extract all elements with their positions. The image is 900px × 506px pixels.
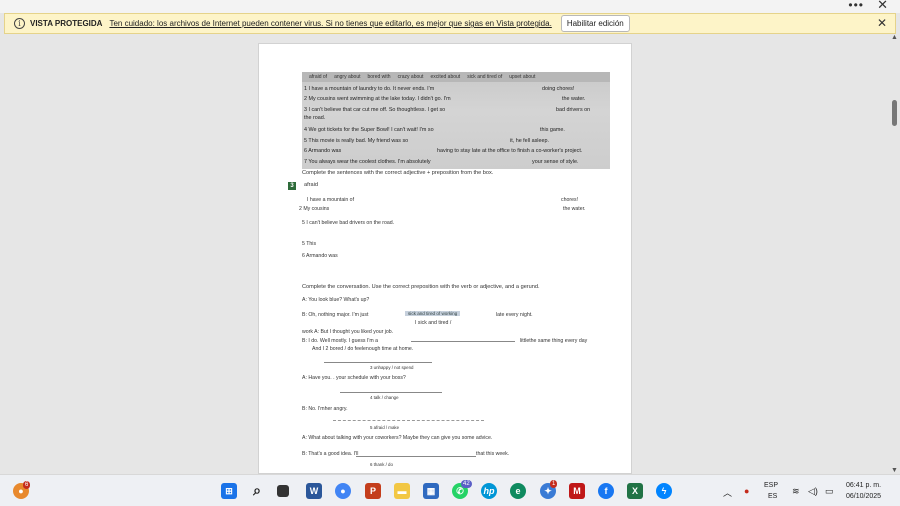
instruction-1: Complete the sentences with the correct … [302,170,494,176]
hint-5: 5 afraid / make [370,425,400,430]
answer-line [356,456,476,457]
photo-line: 3 I can't believe that car cut me off. S… [304,107,446,113]
conversation-b4-end: that this week. [476,451,510,457]
conversation-a2: work A: But I thought you liked your job… [302,329,394,335]
file-explorer-icon[interactable]: ▬ [394,483,410,499]
store-icon[interactable]: ▦ [423,483,439,499]
photo-line-end: doing chores! [542,86,575,92]
word-bank-item: excited about [430,74,461,80]
instruction-2: Complete the conversation. Use the corre… [302,284,540,290]
battery-icon[interactable]: ▭ [825,486,834,497]
edge-icon[interactable]: e [510,483,526,499]
scroll-down-icon[interactable]: ▼ [891,467,898,474]
hint-3: 3 unhappy / not spend [370,365,414,370]
answer-highlight: sick and tired of working [405,311,461,316]
hp-icon[interactable]: hp [481,483,497,499]
photo-line-end: having to stay late at the office to fin… [437,148,583,154]
facebook-icon[interactable]: f [598,483,614,499]
mcafee-icon[interactable]: M [569,483,585,499]
answer-line [333,420,484,421]
answer-line [340,392,442,393]
sentence-3: 5 I can't believe bad drivers on the roa… [302,220,395,226]
protected-view-title: VISTA PROTEGIDA [30,19,103,28]
word-bank-item: bored with [367,74,391,80]
conversation-b2-cont: And I 2 bored / do feelenough time at ho… [312,346,414,352]
photo-line-end: the water. [562,96,586,102]
search-icon[interactable]: ⌕ [249,483,265,499]
conversation-b1-end: late every night. [496,312,533,318]
photo-line: 5 This movie is really bad. My friend wa… [304,138,409,144]
word-bank-item: sick and tired of [467,74,503,80]
answer-line [324,362,432,363]
conversation-a3: A: Have you. . your schedule with your b… [302,375,406,381]
photo-line: the road. [304,115,326,121]
hint-6: 6 thank / do [370,462,393,467]
answer-line [411,341,515,342]
word-bank-item: upset about [509,74,536,80]
photo-line-end: this game. [540,127,565,133]
word-bank-item: crazy about [397,74,424,80]
sentence-5: 5 This [302,241,317,247]
notification-badge: 6 [23,481,31,489]
sentence-1-start: I have a mountain of [307,197,355,203]
word-bank-item: angry about [334,74,361,80]
chevron-up-icon[interactable]: ︿ [723,486,732,499]
more-options-icon[interactable]: ••• [848,0,864,12]
photo-line: 4 We got tickets for the Super Bowl! I c… [304,127,434,133]
sentence-6: 6 Armando was [302,253,338,259]
language-top[interactable]: ESP [764,481,778,490]
wifi-icon[interactable]: ≋ [792,486,800,497]
exercise-word: afraid [304,182,318,188]
task-view-icon[interactable] [277,485,289,497]
photo-line: 1 I have a mountain of laundry to do. It… [304,86,435,92]
enable-editing-button[interactable]: Habilitar edición [560,15,630,32]
tray-app-icon[interactable]: ● [744,486,749,496]
conversation-a4: A: What about talking with your coworker… [302,435,493,441]
clock-time[interactable]: 06:41 p. m. [846,481,881,490]
app-badge: 1 [550,480,558,488]
clock-date[interactable]: 06/10/2025 [846,492,881,501]
scroll-thumb[interactable] [892,100,897,126]
excel-icon[interactable]: X [627,483,643,499]
photo-line: 7 You always wear the coolest clothes. I… [304,159,431,165]
taskbar: ● 6 ⊞ ⌕ W ● P ▬ ▦ ✆ 42 hp e ✦ 1 M f X ϟ … [0,474,900,506]
windows-start-icon[interactable]: ⊞ [221,483,237,499]
word-icon[interactable]: W [306,483,322,499]
word-bank-item: afraid of [309,74,328,80]
window-top-strip: ••• ✕ [0,0,900,13]
conversation-b1-start: B: Oh, nothing major. I'm just [302,312,369,318]
protected-view-message[interactable]: Ten cuidado: los archivos de Internet pu… [109,19,551,28]
window-close-icon[interactable]: ✕ [877,0,888,13]
conversation-a1: A: You look blue? What's up? [302,297,370,303]
info-icon: i [14,18,25,29]
conversation-b2-start: B: I do. Well mostly. I guess I'm a [302,338,379,344]
document-page[interactable]: afraid of angry about bored with crazy a… [258,43,632,474]
photo-line-end: your sense of style. [532,159,579,165]
protected-view-bar: i VISTA PROTEGIDA Ten cuidado: los archi… [4,13,896,34]
sentence-1-end: chores! [561,197,579,203]
vertical-scrollbar[interactable]: ▲ ▼ [890,34,900,474]
hint-1: I sick and tired / [415,320,452,326]
powerpoint-icon[interactable]: P [365,483,381,499]
conversation-b3: B: No. I'mher angry. [302,406,348,412]
conversation-b2-end: littlethe same thing every day [520,338,588,344]
photo-line-end: it, he fell asleep. [510,138,549,144]
photo-line: 2 My cousins went swimming at the lake t… [304,96,451,102]
chrome-icon[interactable]: ● [335,483,351,499]
exercise-number: 3 [288,182,296,190]
language-bottom[interactable]: ES [768,492,777,501]
volume-icon[interactable]: ◁) [808,486,818,497]
hint-4: 4 talk / change [370,395,399,400]
whatsapp-badge: 42 [461,480,472,488]
messenger-icon[interactable]: ϟ [656,483,672,499]
sentence-2-start: 2 My cousins [299,206,330,212]
photo-line-end: bad drivers on [556,107,591,113]
exercise-photo: afraid of angry about bored with crazy a… [302,72,610,169]
close-bar-icon[interactable]: ✕ [877,16,887,30]
scroll-up-icon[interactable]: ▲ [891,34,898,41]
conversation-b4-start: B: That's a good idea. I'll [302,451,359,457]
word-bank: afraid of angry about bored with crazy a… [302,72,610,82]
photo-line: 6 Armando was [304,148,342,154]
sentence-2-end: the water. [563,206,586,212]
